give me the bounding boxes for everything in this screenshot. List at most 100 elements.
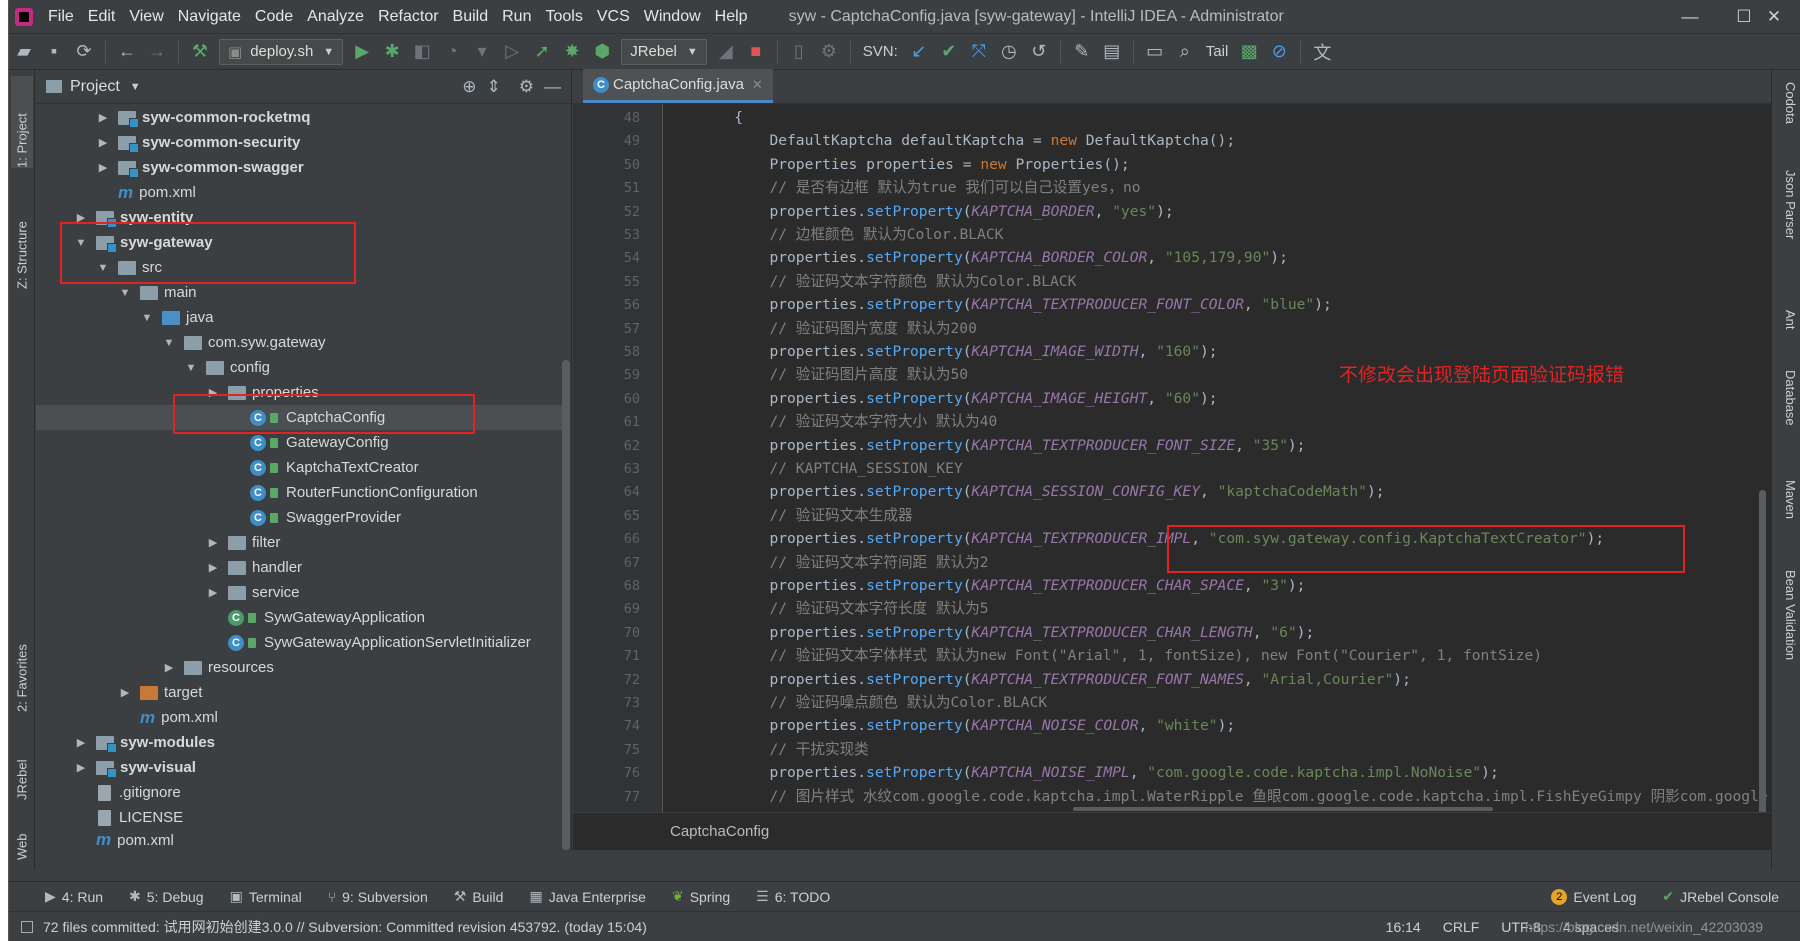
code-line[interactable]: properties.setProperty(KAPTCHA_TEXTPRODU…: [664, 293, 1771, 317]
tab-maven[interactable]: Maven: [1778, 480, 1798, 519]
tool-build[interactable]: ⚒ Build: [454, 888, 504, 905]
tool-terminal[interactable]: ▣ Terminal: [230, 888, 302, 905]
code-line[interactable]: properties.setProperty(KAPTCHA_NOISE_COL…: [664, 714, 1771, 738]
menu-help[interactable]: Help: [708, 8, 755, 26]
minimize-button[interactable]: —: [1663, 0, 1717, 34]
device-icon[interactable]: ▯: [784, 37, 814, 67]
code-line[interactable]: properties.setProperty(KAPTCHA_TEXTPRODU…: [664, 574, 1771, 598]
profile-icon[interactable]: ◔: [437, 37, 467, 67]
save-all-icon[interactable]: ▪: [39, 37, 69, 67]
tree-item[interactable]: C SwaggerProvider: [36, 505, 568, 530]
tool-spring[interactable]: ❦ Spring: [672, 888, 730, 905]
chevron-right-icon[interactable]: ▶: [74, 761, 88, 774]
code-line[interactable]: // 验证码噪点颜色 默认为Color.BLACK: [664, 691, 1771, 715]
tab-project[interactable]: 1: Project: [11, 76, 33, 168]
code-line[interactable]: properties.setProperty(KAPTCHA_BORDER_CO…: [664, 246, 1771, 270]
tab-codota[interactable]: Codota: [1778, 82, 1798, 124]
project-panel-title[interactable]: Project: [70, 78, 120, 96]
editor-scrollbar[interactable]: [1759, 490, 1766, 830]
code-line[interactable]: // 验证码文本字体样式 默认为new Font("Arial", 1, fon…: [664, 644, 1771, 668]
tool-todo[interactable]: ☰ 6: TODO: [756, 888, 830, 905]
breadcrumb-class[interactable]: CaptchaConfig: [670, 823, 769, 840]
tree-item[interactable]: ▼ com.syw.gateway: [36, 330, 568, 355]
chevron-down-icon[interactable]: ▼: [184, 362, 198, 374]
code-line[interactable]: properties.setProperty(KAPTCHA_TEXTPRODU…: [664, 668, 1771, 692]
chevron-right-icon[interactable]: ▶: [96, 136, 110, 149]
tree-item[interactable]: ▼ java: [36, 305, 568, 330]
run-icon[interactable]: ▶: [347, 37, 377, 67]
caret-position[interactable]: 16:14: [1386, 919, 1421, 935]
menu-run[interactable]: Run: [495, 8, 538, 26]
chevron-down-icon[interactable]: ▼: [118, 287, 132, 299]
gear-icon[interactable]: ⚙: [519, 77, 534, 97]
code-line[interactable]: properties.setProperty(KAPTCHA_NOISE_IMP…: [664, 761, 1771, 785]
forward-arrow-icon[interactable]: →: [142, 37, 172, 67]
chevron-right-icon[interactable]: ▶: [96, 161, 110, 174]
debug-bug-icon[interactable]: ✱: [377, 37, 407, 67]
chevron-down-icon[interactable]: ▼: [162, 337, 176, 349]
tree-item[interactable]: ▶ handler: [36, 555, 568, 580]
history-clock-icon[interactable]: ◷: [994, 37, 1024, 67]
tree-item[interactable]: LICENSE: [36, 805, 568, 830]
menu-code[interactable]: Code: [248, 8, 300, 26]
code-line[interactable]: properties.setProperty(KAPTCHA_TEXTPRODU…: [664, 434, 1771, 458]
attach-icon[interactable]: ◢: [711, 37, 741, 67]
code-line[interactable]: DefaultKaptcha defaultKaptcha = new Defa…: [664, 129, 1771, 153]
tab-bean-validation[interactable]: Bean Validation: [1778, 570, 1798, 660]
tab-web[interactable]: Web: [11, 810, 33, 861]
line-separator[interactable]: CRLF: [1443, 919, 1480, 935]
tree-item[interactable]: m pom.xml: [36, 180, 568, 205]
chevron-right-icon[interactable]: ▶: [118, 686, 132, 699]
tab-ant[interactable]: Ant: [1778, 310, 1798, 330]
tree-item[interactable]: ▶ syw-common-security: [36, 130, 568, 155]
tab-database[interactable]: Database: [1778, 370, 1798, 426]
terminal-window-icon[interactable]: ▭: [1140, 37, 1170, 67]
chevron-right-icon[interactable]: ▶: [206, 536, 220, 549]
tool-run[interactable]: ▶ 4: Run: [45, 888, 103, 905]
run-config-select[interactable]: ▣ deploy.sh ▼: [219, 38, 344, 65]
code-line[interactable]: properties.setProperty(KAPTCHA_SESSION_C…: [664, 480, 1771, 504]
sdk-icon[interactable]: ⚙: [814, 37, 844, 67]
tool-jrebel-console[interactable]: ✔ JRebel Console: [1662, 888, 1779, 905]
tool-event-log[interactable]: 2 Event Log: [1551, 888, 1636, 905]
tree-item[interactable]: ▶ syw-modules: [36, 730, 568, 755]
menu-edit[interactable]: Edit: [81, 8, 123, 26]
tree-item[interactable]: C RouterFunctionConfiguration: [36, 480, 568, 505]
tab-favorites[interactable]: 2: Favorites: [11, 610, 33, 712]
code-line[interactable]: // 边框颜色 默认为Color.BLACK: [664, 223, 1771, 247]
power-save-icon[interactable]: ⊘: [1264, 37, 1294, 67]
tab-jrebel[interactable]: JRebel: [11, 730, 33, 800]
tree-item[interactable]: ▶ filter: [36, 530, 568, 555]
code-line[interactable]: // 干扰实现类: [664, 738, 1771, 762]
tab-structure[interactable]: Z: Structure: [11, 185, 33, 289]
back-arrow-icon[interactable]: ←: [112, 37, 142, 67]
tree-item[interactable]: .gitignore: [36, 780, 568, 805]
code-line[interactable]: // KAPTCHA_SESSION_KEY: [664, 457, 1771, 481]
svn-commit-icon[interactable]: ✔: [934, 37, 964, 67]
menu-file[interactable]: File: [41, 8, 81, 26]
jrebel-run-icon[interactable]: ➚: [527, 37, 557, 67]
tab-captchaconfig[interactable]: C CaptchaConfig.java ✕: [583, 69, 773, 103]
tree-item[interactable]: ▶ service: [36, 580, 568, 605]
run-disabled-icon[interactable]: ▷: [497, 37, 527, 67]
close-tab-icon[interactable]: ✕: [752, 77, 763, 93]
chevron-right-icon[interactable]: ▶: [206, 586, 220, 599]
sync-icon[interactable]: ⟳: [69, 37, 99, 67]
code-line[interactable]: // 图片样式 水纹com.google.code.kaptcha.impl.W…: [664, 785, 1771, 809]
tree-item[interactable]: C KaptchaTextCreator: [36, 455, 568, 480]
svn-update-icon[interactable]: ↙: [904, 37, 934, 67]
code-area[interactable]: { DefaultKaptcha defaultKaptcha = new De…: [664, 104, 1771, 812]
tool-windows-toggle-icon[interactable]: [21, 920, 33, 933]
chevron-right-icon[interactable]: ▶: [206, 561, 220, 574]
translate-icon[interactable]: 文: [1307, 37, 1337, 67]
build-hammer-icon[interactable]: ⚒: [185, 37, 215, 67]
settings-wrench-icon[interactable]: ✎: [1067, 37, 1097, 67]
tree-item[interactable]: ▶ syw-common-swagger: [36, 155, 568, 180]
menu-vcs[interactable]: VCS: [590, 8, 637, 26]
close-button[interactable]: ✕: [1747, 0, 1800, 34]
menu-analyze[interactable]: Analyze: [300, 8, 371, 26]
search-icon[interactable]: ⌕: [1170, 37, 1200, 67]
code-line[interactable]: // 验证码文本字符长度 默认为5: [664, 597, 1771, 621]
hide-panel-icon[interactable]: —: [544, 77, 561, 97]
code-line[interactable]: // 验证码文本字符大小 默认为40: [664, 410, 1771, 434]
